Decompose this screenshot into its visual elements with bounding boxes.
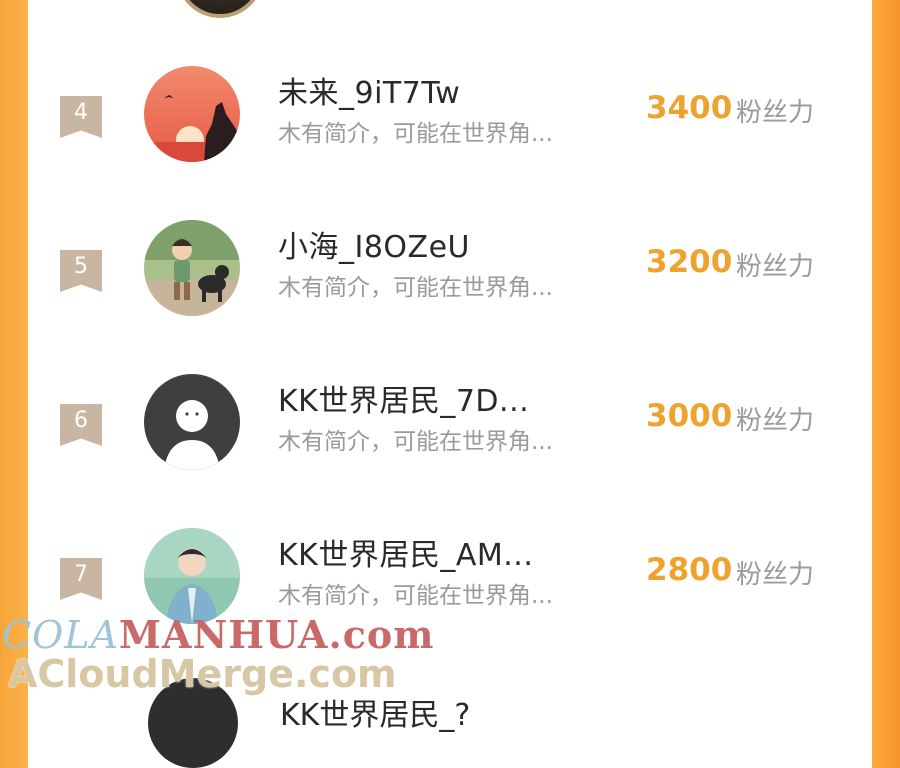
fan-power-label: 粉丝力 [736,560,815,590]
user-bio: 木有简介，可能在世界角... [278,275,553,301]
ranking-row[interactable]: 4 未来_9iT7Tw 木有简介，可能在世界角... 3400 粉丝力 [28,66,872,216]
user-name[interactable]: 未来_9iT7Tw [278,68,460,112]
anime-boy-avatar-image [144,528,240,624]
rank-8-user-name[interactable]: KK世界居民_? [280,690,470,734]
fan-power-label: 粉丝力 [736,406,815,436]
ranking-list: 4 未来_9iT7Tw 木有简介，可能在世界角... 3400 粉丝力 5 小海… [28,0,872,702]
rank-3-avatar[interactable] [176,0,264,18]
avatar[interactable] [144,374,240,470]
watermark-colamanhua: COLAMANHUA.com [2,612,435,657]
watermark-acloudmerge: ACloudMerge.com [8,652,397,696]
avatar[interactable] [144,66,240,162]
ranking-row[interactable]: 6 KK世界居民_7D... 木有简介，可能在世界角... 3000 粉丝力 [28,374,872,524]
rank-badge: 7 [60,558,102,600]
user-name[interactable]: KK世界居民_AM... [278,530,533,574]
fan-power-label: 粉丝力 [736,252,815,282]
sunset-silhouette-avatar-image [144,66,240,162]
user-bio: 木有简介，可能在世界角... [278,429,553,455]
fan-power-label: 粉丝力 [736,98,815,128]
avatar[interactable] [144,528,240,624]
fan-power-score: 3000 [646,398,733,434]
avatar[interactable] [144,220,240,316]
user-name[interactable]: KK世界居民_7D... [278,376,529,420]
fan-power-score: 3400 [646,90,733,126]
user-bio: 木有简介，可能在世界角... [278,121,553,147]
default-user-avatar-icon [144,374,240,470]
rank-badge: 6 [60,404,102,446]
user-bio: 木有简介，可能在世界角... [278,583,553,609]
fan-power-score: 3200 [646,244,733,280]
rank-badge: 4 [60,96,102,138]
ranking-row[interactable]: 5 小海_I8OZeU 木有简介，可能在世界角... 3200 粉丝力 [28,220,872,370]
user-name[interactable]: 小海_I8OZeU [278,222,470,266]
rank-badge: 5 [60,250,102,292]
boy-with-dog-avatar-image [144,220,240,316]
fan-power-score: 2800 [646,552,733,588]
